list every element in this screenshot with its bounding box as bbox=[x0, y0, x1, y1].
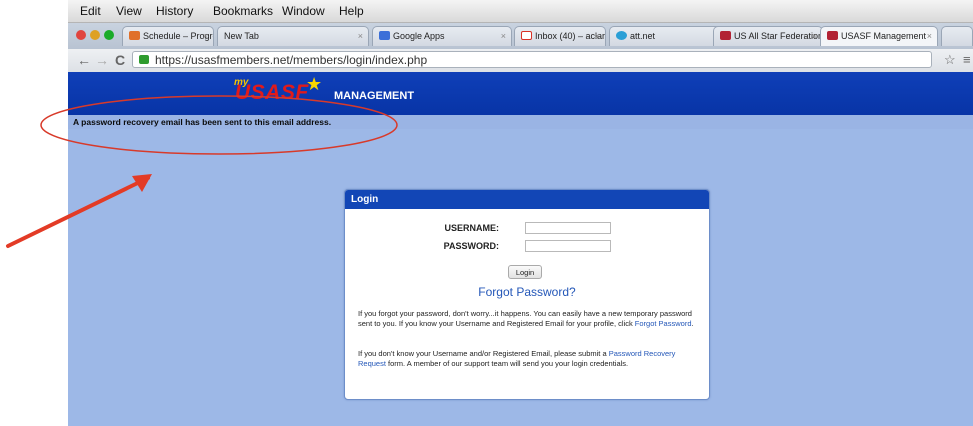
tab-label: USASF Management bbox=[841, 31, 927, 41]
recovery-text-end: form. A member of our support team will … bbox=[385, 358, 629, 368]
menu-view[interactable]: View bbox=[116, 4, 142, 18]
login-button[interactable]: Login bbox=[508, 265, 542, 279]
zoom-window-icon[interactable] bbox=[104, 30, 114, 40]
forgot-password-link[interactable]: Forgot Password bbox=[635, 319, 692, 328]
password-input[interactable] bbox=[525, 240, 611, 252]
login-header: Login bbox=[345, 190, 709, 209]
close-window-icon[interactable] bbox=[76, 30, 86, 40]
tab-new-tab[interactable]: New Tab × bbox=[217, 26, 369, 46]
back-arrow-icon[interactable]: ← bbox=[77, 52, 91, 68]
browser-toolbar: ← → C https://usasfmembers.net/members/l… bbox=[68, 49, 973, 73]
close-tab-icon[interactable]: × bbox=[812, 31, 817, 41]
annotation-arrow-icon bbox=[6, 174, 152, 248]
tab-google-apps[interactable]: Google Apps × bbox=[372, 26, 512, 46]
menu-bookmarks[interactable]: Bookmarks bbox=[213, 4, 273, 18]
star-icon: ★ bbox=[306, 74, 323, 94]
menu-wrench-icon[interactable]: ≡ bbox=[963, 52, 971, 67]
recovery-request-text: If you don't know your Username and/or R… bbox=[358, 349, 700, 368]
tab-label: US All Star Federation bbox=[734, 31, 823, 41]
close-tab-icon[interactable]: × bbox=[501, 31, 506, 41]
menu-help[interactable]: Help bbox=[339, 4, 364, 18]
forgot-password-text: If you forgot your password, don't worry… bbox=[358, 309, 700, 328]
username-input[interactable] bbox=[525, 222, 611, 234]
close-tab-icon[interactable]: × bbox=[595, 31, 600, 41]
login-panel: Login USERNAME: PASSWORD: Login Forgot P… bbox=[344, 189, 710, 400]
menu-bar: Edit View History Bookmarks Window Help bbox=[68, 0, 973, 23]
new-tab-button[interactable] bbox=[941, 26, 973, 46]
tab-favicon-icon bbox=[616, 31, 627, 40]
address-bar[interactable]: https://usasfmembers.net/members/login/i… bbox=[132, 51, 932, 68]
tab-strip: Schedule – Progress× New Tab × Google App… bbox=[68, 23, 973, 49]
tab-favicon-icon bbox=[379, 31, 390, 40]
annotation-ellipse bbox=[40, 95, 398, 155]
recovery-text-start: If you don't know your Username and/or R… bbox=[358, 349, 609, 358]
tab-inbox[interactable]: Inbox (40) – aclark@× bbox=[514, 26, 606, 46]
close-tab-icon[interactable]: × bbox=[358, 31, 363, 41]
close-tab-icon[interactable]: × bbox=[203, 31, 208, 41]
address-url: https://usasfmembers.net/members/login/i… bbox=[155, 53, 428, 67]
tab-label: New Tab bbox=[224, 31, 259, 41]
menu-history[interactable]: History bbox=[156, 4, 193, 18]
tab-favicon-icon bbox=[129, 31, 140, 40]
flag-icon bbox=[827, 31, 838, 40]
bookmark-star-icon[interactable]: ☆ bbox=[944, 52, 956, 68]
tab-label: att.net bbox=[630, 31, 656, 41]
minimize-window-icon[interactable] bbox=[90, 30, 100, 40]
flag-icon bbox=[720, 31, 731, 40]
menu-window[interactable]: Window bbox=[282, 4, 325, 18]
gmail-icon bbox=[521, 31, 532, 40]
close-tab-icon[interactable]: × bbox=[927, 31, 932, 41]
tab-label: Google Apps bbox=[393, 31, 445, 41]
username-label: USERNAME: bbox=[444, 223, 499, 233]
forgot-text-end: . bbox=[691, 318, 694, 328]
forgot-password-title[interactable]: Forgot Password? bbox=[345, 285, 709, 299]
forward-arrow-icon[interactable]: → bbox=[95, 52, 109, 68]
password-label: PASSWORD: bbox=[443, 241, 499, 251]
tab-usasf-management[interactable]: USASF Management × bbox=[820, 26, 938, 46]
reload-icon[interactable]: C bbox=[115, 52, 125, 68]
menu-edit[interactable]: Edit bbox=[80, 4, 101, 18]
tab-us-all-star[interactable]: US All Star Federation × bbox=[713, 26, 823, 46]
tab-schedule[interactable]: Schedule – Progress× bbox=[122, 26, 214, 46]
lock-icon bbox=[139, 55, 149, 64]
